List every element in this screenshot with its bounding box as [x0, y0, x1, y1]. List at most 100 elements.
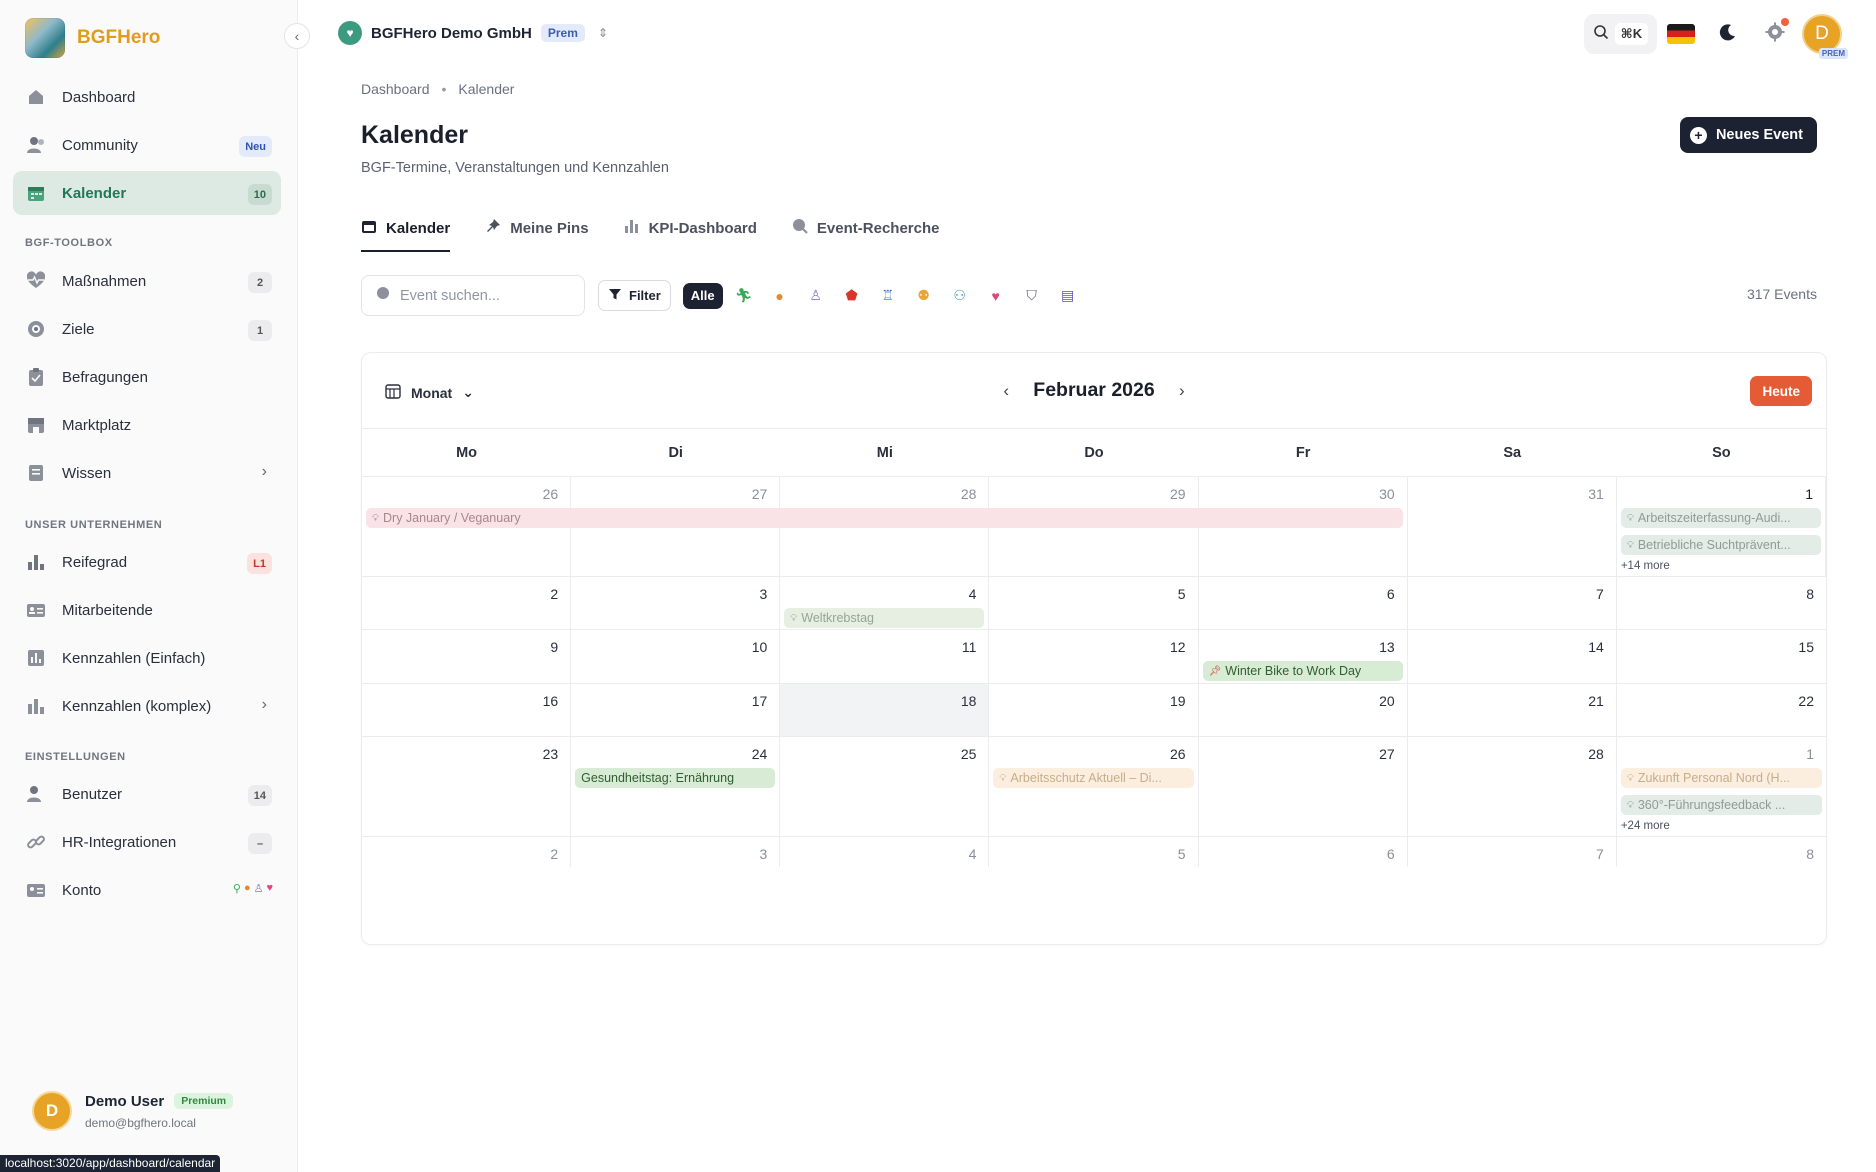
day-cell[interactable]: 22: [1617, 684, 1826, 736]
day-cell[interactable]: 8: [1617, 577, 1826, 629]
day-cell[interactable]: 25: [780, 737, 990, 836]
day-cell[interactable]: 20: [1199, 684, 1408, 736]
org-switcher[interactable]: ♥ BGFHero Demo GmbH Prem ⇕: [338, 21, 608, 45]
chair-icon[interactable]: ♖: [877, 285, 899, 307]
prev-month-button[interactable]: ‹: [1003, 381, 1009, 401]
day-cell[interactable]: 1 💡︎ Arbeitszeiterfassung-Audi... 💡︎ Betri…: [1617, 477, 1826, 576]
day-cell[interactable]: 11: [780, 630, 990, 683]
collapse-sidebar-button[interactable]: ‹: [284, 23, 310, 49]
tab-kpi-dashboard[interactable]: KPI-Dashboard: [624, 216, 757, 252]
brand[interactable]: BGFHero: [25, 18, 160, 58]
category-all-button[interactable]: Alle: [682, 282, 723, 309]
sidebar-item-mitarbeitende[interactable]: Mitarbeitende: [13, 588, 281, 632]
sidebar-item-konto[interactable]: Konto ⚲ ● ♙ ♥: [13, 868, 281, 912]
sidebar-item-community[interactable]: Community Neu: [13, 123, 281, 167]
day-cell[interactable]: 5: [989, 577, 1199, 629]
settings-button[interactable]: [1751, 14, 1798, 54]
day-cell[interactable]: 5: [989, 837, 1199, 867]
home-icon: [25, 86, 47, 108]
day-cell[interactable]: 1 💡︎ Zukunft Personal Nord (H... 💡︎ 360°-F…: [1617, 737, 1826, 836]
shield-check-icon[interactable]: ⛉: [1021, 285, 1043, 307]
day-cell[interactable]: 27: [1199, 737, 1408, 836]
day-cell[interactable]: 19: [989, 684, 1199, 736]
next-month-button[interactable]: ›: [1179, 381, 1185, 401]
tab-kalender[interactable]: Kalender: [361, 216, 451, 252]
day-cell[interactable]: 4 💡︎ Weltkrebstag: [780, 577, 990, 629]
calendar-event[interactable]: 💡︎ Dry January / Veganuary: [366, 508, 1403, 528]
sidebar-item-kalender[interactable]: Kalender 10: [13, 171, 281, 215]
day-cell[interactable]: 4: [780, 837, 990, 867]
user-profile[interactable]: D Demo User Premium demo@bgfhero.local: [32, 1091, 234, 1131]
day-cell[interactable]: 2: [362, 837, 572, 867]
day-cell[interactable]: 12: [989, 630, 1199, 683]
runner-icon[interactable]: 🏃︎: [733, 285, 755, 307]
day-cell[interactable]: 14: [1408, 630, 1617, 683]
calendar-event[interactable]: 💡︎ Arbeitsschutz Aktuell – Di...: [993, 768, 1194, 788]
sidebar-item-hr-integrationen[interactable]: HR-Integrationen –: [13, 820, 281, 864]
sidebar-item-reifegrad[interactable]: Reifegrad L1: [13, 540, 281, 584]
breadcrumb-home[interactable]: Dashboard: [361, 81, 430, 97]
day-cell[interactable]: 23: [362, 737, 572, 836]
calendar-event[interactable]: 💡︎ Arbeitszeiterfassung-Audi...: [1620, 508, 1821, 528]
sidebar-item-ziele[interactable]: Ziele 1: [13, 307, 281, 351]
sidebar-item-kennzahlen-komplex[interactable]: Kennzahlen (komplex) ›: [13, 684, 281, 728]
day-cell[interactable]: 31: [1408, 477, 1617, 576]
laptop-icon[interactable]: ▤: [1057, 285, 1079, 307]
sidebar-item-massnahmen[interactable]: Maßnahmen 2: [13, 259, 281, 303]
day-cell[interactable]: 24 Gesundheitstag: Ernährung: [571, 737, 781, 836]
calendar-event[interactable]: Gesundheitstag: Ernährung: [575, 768, 776, 788]
meditation-icon[interactable]: ♙: [805, 285, 827, 307]
day-number: 30: [1379, 486, 1395, 502]
day-cell[interactable]: 17: [571, 684, 781, 736]
day-cell[interactable]: 28: [1408, 737, 1617, 836]
day-cell[interactable]: 3: [571, 837, 781, 867]
heart-icon[interactable]: ♥: [985, 285, 1007, 307]
calendar-event[interactable]: 💡︎ 360°-Führungsfeedback ...: [1620, 795, 1822, 815]
more-events-link[interactable]: +24 more: [1621, 820, 1670, 832]
event-title: Gesundheitstag: Ernährung: [581, 771, 735, 785]
user-avatar-button[interactable]: D PREM: [1802, 14, 1848, 59]
day-cell[interactable]: 15: [1617, 630, 1826, 683]
calendar-event[interactable]: 💡︎ Weltkrebstag: [784, 608, 985, 628]
sidebar-item-befragungen[interactable]: Befragungen: [13, 355, 281, 399]
team-icon[interactable]: ⚉: [913, 285, 935, 307]
day-cell[interactable]: 7: [1408, 577, 1617, 629]
calendar-event-pinned[interactable]: 📌︎ Winter Bike to Work Day: [1202, 661, 1403, 681]
tab-meine-pins[interactable]: Meine Pins: [485, 216, 589, 252]
day-cell[interactable]: 7: [1408, 837, 1617, 867]
theme-toggle[interactable]: [1704, 14, 1751, 54]
sidebar-item-benutzer[interactable]: Benutzer 14: [13, 772, 281, 816]
day-cell[interactable]: 10: [571, 630, 781, 683]
language-button[interactable]: [1657, 14, 1704, 54]
day-cell[interactable]: 6: [1199, 837, 1408, 867]
calendar-event[interactable]: 💡︎ Zukunft Personal Nord (H...: [1620, 768, 1822, 788]
day-cell[interactable]: 21: [1408, 684, 1617, 736]
day-cell-today[interactable]: 18: [780, 684, 990, 736]
brain-icon[interactable]: ●: [769, 285, 791, 307]
command-search-button[interactable]: ⌘K: [1584, 14, 1657, 54]
day-cell[interactable]: 3: [571, 577, 781, 629]
day-cell[interactable]: 2: [362, 577, 572, 629]
sidebar-item-marktplatz[interactable]: Marktplatz: [13, 403, 281, 447]
day-cell[interactable]: 26 💡︎ Arbeitsschutz Aktuell – Di...: [989, 737, 1199, 836]
event-search-input[interactable]: Event suchen...: [361, 275, 585, 316]
day-number: 10: [751, 639, 768, 655]
day-cell[interactable]: 6: [1199, 577, 1408, 629]
calendar-event[interactable]: 💡︎ Betriebliche Suchtprävent...: [1620, 535, 1821, 555]
tab-event-recherche[interactable]: Event-Recherche: [792, 216, 939, 252]
sidebar-item-kennzahlen-einfach[interactable]: Kennzahlen (Einfach): [13, 636, 281, 680]
shield-alert-icon[interactable]: ⬟: [841, 285, 863, 307]
day-cell[interactable]: 8: [1617, 837, 1826, 867]
new-event-button[interactable]: + Neues Event: [1679, 117, 1817, 153]
people-icon[interactable]: ⚇: [949, 285, 971, 307]
day-cell[interactable]: 13 📌︎ Winter Bike to Work Day: [1199, 630, 1408, 683]
today-button[interactable]: Heute: [1750, 376, 1812, 406]
sidebar-item-wissen[interactable]: Wissen ›: [13, 451, 281, 495]
more-events-link[interactable]: +14 more: [1621, 560, 1670, 572]
filter-button[interactable]: Filter: [598, 280, 671, 311]
day-cell[interactable]: 9: [362, 630, 572, 683]
day-cell[interactable]: 16: [362, 684, 572, 736]
sidebar-item-label: Reifegrad: [62, 553, 128, 571]
day-number: 12: [1169, 639, 1186, 655]
sidebar-item-dashboard[interactable]: Dashboard: [13, 75, 281, 119]
